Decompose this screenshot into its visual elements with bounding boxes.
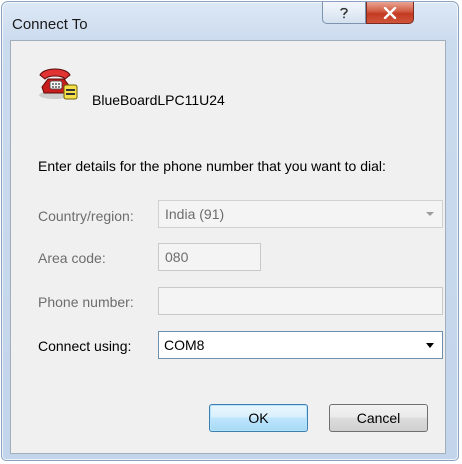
- dialog-body: BlueBoardLPC11U24 Enter details for the …: [10, 40, 446, 454]
- area-code-value: 080: [165, 249, 189, 265]
- country-region-value: India (91): [165, 206, 225, 222]
- telephone-icon: [39, 68, 78, 100]
- close-icon: [383, 6, 397, 19]
- ok-button[interactable]: OK: [209, 404, 308, 432]
- instruction-text: Enter details for the phone number that …: [38, 158, 386, 174]
- connect-using-label: Connect using:: [38, 338, 132, 354]
- chevron-down-icon: [426, 212, 434, 216]
- country-region-label: Country/region:: [38, 208, 134, 224]
- help-button[interactable]: [322, 2, 366, 24]
- country-region-select[interactable]: India (91): [158, 200, 443, 228]
- connection-name: BlueBoardLPC11U24: [92, 92, 225, 108]
- area-code-field[interactable]: 080: [158, 243, 261, 271]
- chevron-down-icon: [426, 343, 434, 348]
- area-code-label: Area code:: [38, 250, 106, 266]
- cancel-button[interactable]: Cancel: [329, 404, 428, 432]
- connect-to-dialog: Connect To BlueBoardLPC11U24 Enter detai…: [1, 1, 459, 461]
- close-button[interactable]: [366, 2, 414, 24]
- dialog-title: Connect To: [12, 16, 88, 33]
- phone-number-label: Phone number:: [38, 294, 134, 310]
- connect-using-select[interactable]: COM8: [158, 331, 443, 359]
- phone-number-field[interactable]: [158, 287, 443, 315]
- help-icon: [340, 7, 348, 18]
- connect-using-value: COM8: [164, 337, 205, 353]
